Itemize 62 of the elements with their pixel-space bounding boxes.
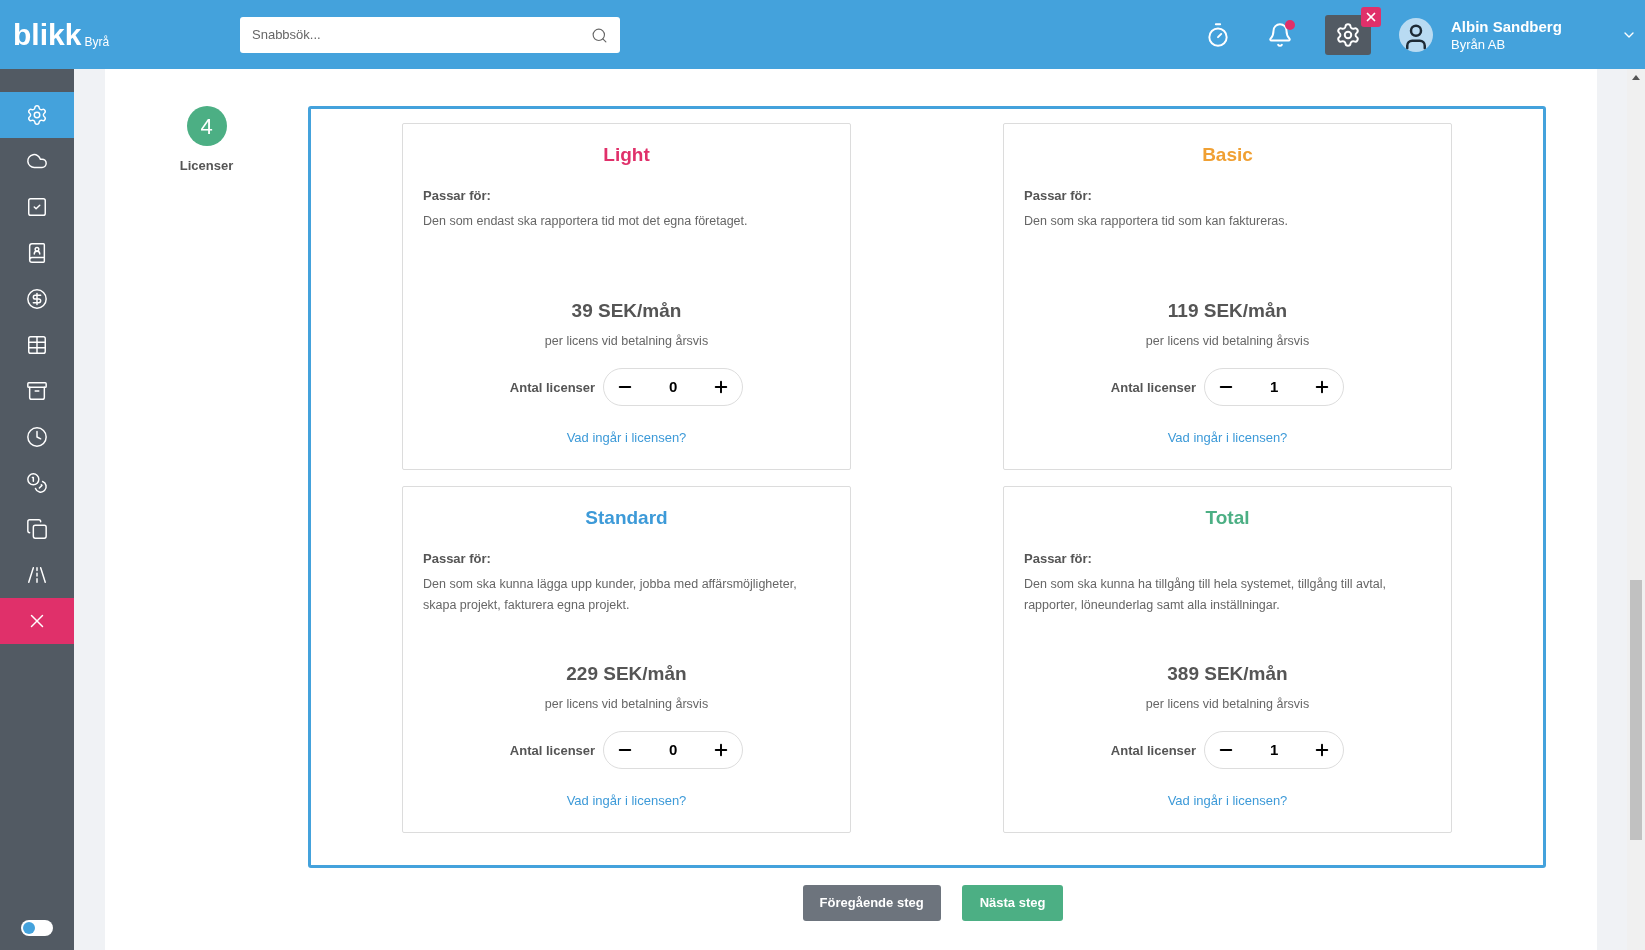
user-name: Albin Sandberg — [1451, 16, 1563, 36]
close-badge[interactable] — [1361, 6, 1381, 27]
quantity-value: 0 — [668, 740, 678, 760]
scrollbar-thumb[interactable] — [1630, 580, 1642, 840]
license-info-link[interactable]: Vad ingår i licensen? — [1167, 791, 1288, 811]
scroll-up-arrow-icon[interactable] — [1632, 75, 1640, 80]
settings-button[interactable] — [1325, 14, 1371, 55]
cabinet-icon — [26, 380, 48, 402]
step-label: Licenser — [179, 157, 234, 175]
price-note: per licens vid betalning årsvis — [1145, 332, 1310, 350]
suitable-for-label: Passar för: — [1024, 186, 1093, 205]
quantity-label: Antal licenser — [1110, 741, 1197, 760]
plan-description: Den som ska kunna ha tillgång till hela systemet, tillgång till avtal, rapporter, löneunderlag samt alla inställningar. — [1024, 576, 1387, 614]
table-icon — [26, 334, 48, 356]
license-info-link[interactable]: Vad ingår i licensen? — [1167, 428, 1288, 448]
next-step-button[interactable]: Nästa steg — [961, 885, 1064, 921]
logo[interactable]: blikk — [13, 19, 82, 50]
license-info-link[interactable]: Vad ingår i licensen? — [566, 428, 687, 448]
plan-price: 119 SEK/mån — [1167, 299, 1288, 323]
quantity-value: 0 — [668, 377, 678, 397]
road-icon — [26, 564, 48, 586]
plan-description: Den som endast ska rapportera tid mot det egna företaget. — [423, 213, 749, 230]
plan-price: 229 SEK/mån — [566, 662, 687, 686]
scrollbar[interactable] — [1627, 69, 1645, 950]
plan-price: 39 SEK/mån — [571, 299, 682, 323]
plan-price: 389 SEK/mån — [1167, 662, 1288, 686]
quantity-label: Antal licenser — [509, 741, 596, 760]
stopwatch-icon[interactable] — [1205, 21, 1231, 48]
copy-icon — [26, 518, 48, 540]
quantity-label: Antal licenser — [1110, 378, 1197, 397]
quantity-value: 1 — [1269, 740, 1279, 760]
logo-suffix: Byrå — [84, 35, 110, 48]
dollar-icon — [26, 288, 48, 310]
quantity-value: 1 — [1269, 377, 1279, 397]
plan-title: Standard — [585, 506, 668, 530]
search-icon — [591, 26, 608, 44]
plan-title: Total — [1205, 506, 1250, 530]
previous-step-button[interactable]: Föregående steg — [802, 885, 941, 921]
price-note: per licens vid betalning årsvis — [544, 695, 709, 713]
search-field[interactable]: Snabbsök... — [240, 16, 620, 53]
suitable-for-label: Passar för: — [1024, 549, 1093, 568]
gear-icon — [1335, 21, 1361, 48]
company-name: Byrån AB — [1451, 35, 1507, 53]
step-badge: 4 — [186, 106, 227, 146]
plan-description: Den som ska rapportera tid som kan faktureras. — [1024, 213, 1289, 230]
suitable-for-label: Passar för: — [423, 549, 492, 568]
clock-icon — [26, 426, 48, 448]
plan-title: Basic — [1202, 143, 1253, 167]
price-note: per licens vid betalning årsvis — [544, 332, 709, 350]
plan-description: Den som ska kunna lägga upp kunder, jobba med affärsmöjligheter, skapa projekt, fakturera egna projekt. — [423, 576, 798, 614]
license-info-link[interactable]: Vad ingår i licensen? — [566, 791, 687, 811]
price-note: per licens vid betalning årsvis — [1145, 695, 1310, 713]
toggle-switch[interactable] — [21, 920, 53, 936]
checkbox-icon — [26, 196, 48, 218]
plan-title: Light — [603, 143, 650, 167]
avatar[interactable] — [1399, 17, 1433, 52]
coins-icon — [26, 472, 48, 494]
quantity-label: Antal licenser — [509, 378, 596, 397]
suitable-for-label: Passar för: — [423, 186, 492, 205]
settings-icon — [26, 104, 48, 126]
bell-icon — [1267, 21, 1293, 48]
contact-book-icon — [26, 242, 48, 264]
